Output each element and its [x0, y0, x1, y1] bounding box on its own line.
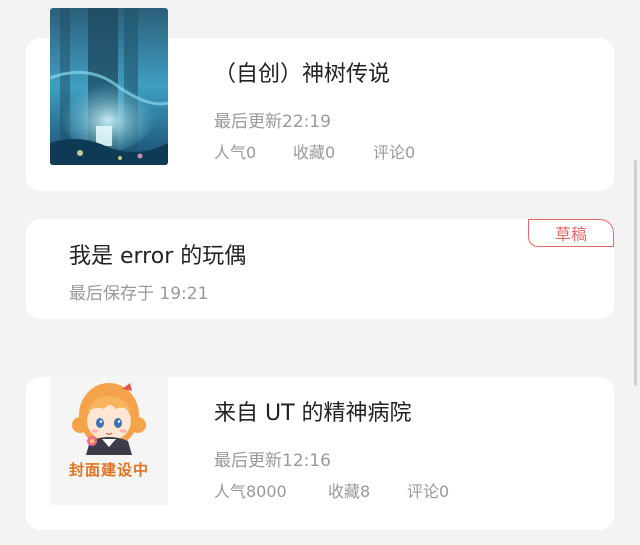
favorites-count: 收藏0	[293, 143, 336, 162]
mascot-icon	[72, 383, 146, 455]
draft-badge: 草稿	[528, 219, 614, 247]
comments-count: 评论0	[373, 143, 416, 162]
popularity-count: 人气0	[214, 143, 257, 162]
work-title[interactable]: 我是 error 的玩偶	[69, 238, 246, 270]
favorites-count: 收藏8	[328, 482, 371, 501]
popularity-count: 人气8000	[214, 482, 287, 501]
scrollbar[interactable]	[634, 160, 637, 386]
forest-cover-art	[50, 8, 168, 165]
last-updated: 最后更新12:16	[214, 451, 331, 471]
work-title[interactable]: 来自 UT 的精神病院	[214, 395, 412, 427]
cover-placeholder-label: 封面建设中	[68, 461, 149, 479]
cover-image[interactable]	[50, 8, 168, 165]
last-updated: 最后更新22:19	[214, 112, 331, 132]
cover-placeholder[interactable]: 封面建设中	[50, 375, 168, 505]
work-title[interactable]: （自创）神树传说	[214, 56, 390, 88]
comments-count: 评论0	[407, 482, 450, 501]
last-saved: 最后保存于 19:21	[69, 284, 209, 304]
